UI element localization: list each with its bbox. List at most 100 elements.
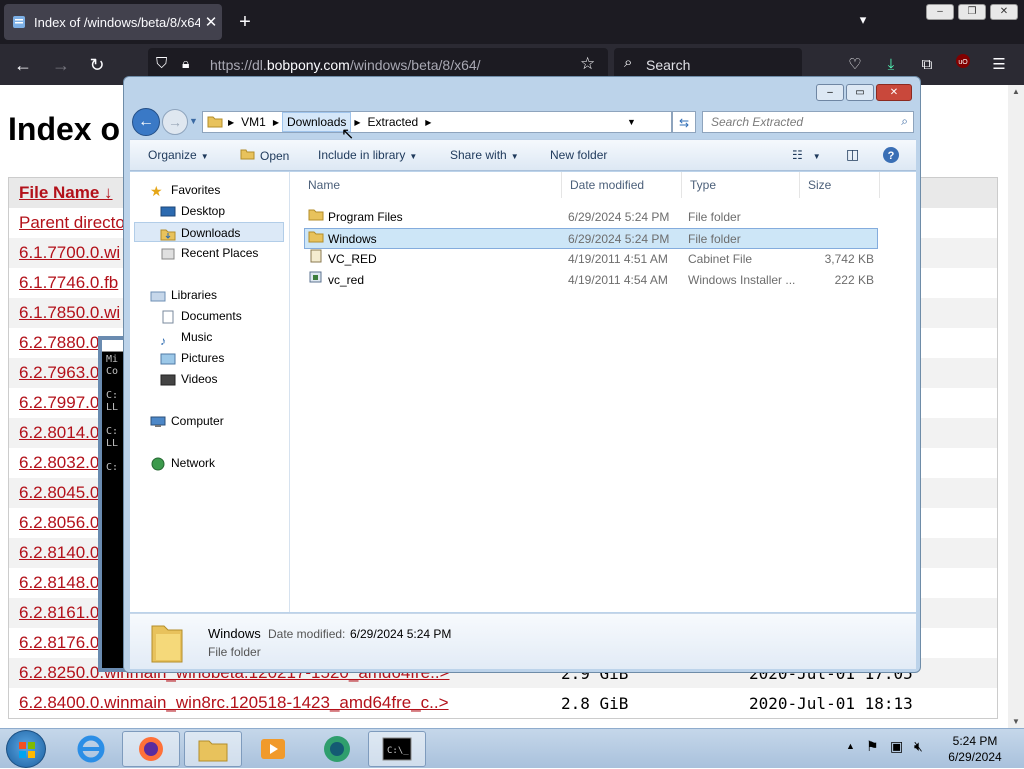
url-text[interactable]: https://dl.bobpony.com/windows/beta/8/x6… — [210, 57, 481, 73]
nav-network[interactable]: Network — [150, 453, 215, 473]
breadcrumb-separator-icon[interactable]: ▶ — [270, 118, 282, 127]
internet-explorer-icon[interactable] — [62, 731, 120, 767]
libraries-icon — [150, 289, 166, 303]
network-tray-icon[interactable]: ▣ — [890, 738, 903, 755]
svg-text:C:\_: C:\_ — [387, 746, 409, 756]
back-arrow-icon[interactable]: ← — [10, 52, 36, 78]
new-tab-button[interactable]: + — [234, 10, 256, 34]
start-button[interactable] — [6, 730, 46, 768]
explorer-maximize-button[interactable]: ▭ — [846, 84, 874, 101]
explorer-search-input[interactable]: Search Extracted ⌕ — [702, 111, 914, 133]
help-icon[interactable]: ? — [882, 146, 900, 167]
folder-icon — [207, 114, 223, 131]
scroll-up-arrow[interactable]: ▲ — [1008, 87, 1024, 96]
share-with-button[interactable]: Share with ▼ — [450, 148, 519, 162]
bookmark-star-icon[interactable]: ☆ — [580, 54, 595, 74]
column-header-date[interactable]: Date modified — [562, 172, 682, 198]
shield-icon[interactable]: ⛉ — [156, 55, 167, 72]
open-folder-icon — [240, 149, 256, 163]
details-date-value: 6/29/2024 5:24 PM — [350, 627, 452, 641]
nav-downloads[interactable]: Downloads — [134, 222, 284, 242]
nav-computer[interactable]: Computer — [150, 411, 224, 431]
nav-label: Favorites — [171, 183, 221, 197]
forward-arrow-icon[interactable]: → — [162, 109, 188, 135]
cmd-titlebar[interactable] — [102, 340, 124, 352]
address-dropdown-icon[interactable]: ▼ — [627, 117, 636, 127]
minimize-button[interactable]: – — [926, 4, 954, 20]
column-header-name[interactable]: Name — [300, 172, 562, 198]
breadcrumb-item[interactable]: VM1 — [237, 115, 270, 129]
column-header-type[interactable]: Type — [682, 172, 800, 198]
menu-icon[interactable]: ☰ — [986, 52, 1012, 78]
search-icon: ⌕ — [624, 54, 633, 71]
search-icon[interactable]: ⌕ — [901, 114, 908, 129]
extensions-icon[interactable]: ⧉ — [914, 52, 940, 78]
mouse-cursor: ↖ — [341, 126, 355, 143]
explorer-window[interactable]: – ▭ ✕ ← → ▼ ▶ VM1 ▶ Downloads ▶ Extracte… — [123, 76, 921, 673]
open-button[interactable]: Open — [240, 148, 289, 163]
nav-recent-places[interactable]: Recent Places — [160, 243, 258, 263]
refresh-icon[interactable]: ⇆ — [672, 111, 696, 133]
nav-pictures[interactable]: Pictures — [160, 348, 224, 368]
breadcrumb[interactable]: ▶ VM1 ▶ Downloads ▶ Extracted ▶ ▼ — [202, 111, 672, 133]
ublock-icon[interactable]: uO — [950, 52, 976, 78]
explorer-titlebar[interactable]: – ▭ ✕ — [124, 77, 920, 107]
file-explorer-icon[interactable] — [184, 731, 242, 767]
back-arrow-icon[interactable]: ← — [132, 108, 160, 136]
nav-desktop[interactable]: Desktop — [160, 201, 225, 221]
file-list: Name Date modified Type Size Program Fil… — [290, 172, 916, 612]
file-type: Cabinet File — [688, 252, 753, 266]
reload-icon[interactable]: ↻ — [84, 52, 110, 78]
column-header-size[interactable]: Size — [800, 172, 880, 198]
page-scrollbar[interactable]: ▲ ▼ — [1008, 85, 1024, 728]
browser-tab[interactable]: Index of /windows/beta/8/x64/ ✕ — [4, 4, 222, 40]
file-size: 3,742 KB — [824, 252, 874, 266]
list-item[interactable]: Program Files 6/29/2024 5:24 PM File fol… — [304, 207, 878, 228]
new-folder-button[interactable]: New folder — [550, 148, 607, 162]
nav-videos[interactable]: Videos — [160, 369, 217, 389]
list-item[interactable]: VC_RED 4/19/2011 4:51 AM Cabinet File 3,… — [304, 249, 878, 270]
change-view-button[interactable]: ☷ ▼ — [792, 148, 821, 162]
command-prompt-icon[interactable]: C:\_ — [368, 731, 426, 767]
flag-icon[interactable]: ⚑ — [866, 738, 879, 755]
forward-arrow-icon[interactable]: → — [48, 52, 74, 78]
lock-icon[interactable]: 🔒︎ — [182, 55, 189, 72]
downloads-folder-icon — [160, 227, 176, 241]
scroll-down-arrow[interactable]: ▼ — [1008, 717, 1024, 726]
app-icon[interactable] — [308, 731, 366, 767]
media-player-icon[interactable] — [244, 731, 302, 767]
firefox-icon[interactable] — [122, 731, 180, 767]
view-icon: ☷ — [792, 148, 803, 162]
clock[interactable]: 5:24 PM 6/29/2024 — [940, 733, 1010, 765]
chevron-down-icon: ▼ — [200, 152, 209, 161]
file-date: 6/29/2024 5:24 PM — [568, 210, 670, 224]
close-tab-icon[interactable]: ✕ — [200, 13, 222, 31]
nav-favorites[interactable]: ★ Favorites — [150, 180, 220, 200]
breadcrumb-separator-icon[interactable]: ▶ — [225, 118, 237, 127]
chevron-down-icon[interactable]: ▾ — [852, 12, 874, 32]
maximize-button[interactable]: ❐ — [958, 4, 986, 20]
explorer-close-button[interactable]: ✕ — [876, 84, 912, 101]
include-in-library-button[interactable]: Include in library ▼ — [318, 148, 417, 162]
show-hidden-icons-icon[interactable]: ▲ — [846, 741, 855, 751]
pocket-icon[interactable]: ♡ — [842, 52, 868, 78]
close-button[interactable]: ✕ — [990, 4, 1018, 20]
nav-libraries[interactable]: Libraries — [150, 285, 217, 305]
nav-documents[interactable]: Documents — [160, 306, 242, 326]
breadcrumb-separator-icon[interactable]: ▶ — [422, 118, 434, 127]
file-name: Program Files — [328, 210, 403, 224]
file-link[interactable]: 6.2.8400.0.winmain_win8rc.120518-1423_am… — [9, 693, 549, 713]
computer-icon — [150, 415, 166, 429]
volume-muted-icon[interactable]: 🔇︎ — [914, 738, 923, 755]
svg-text:uO: uO — [958, 59, 968, 66]
organize-button[interactable]: Organize ▼ — [148, 148, 209, 162]
breadcrumb-item[interactable]: Extracted — [364, 115, 423, 129]
list-item[interactable]: Windows 6/29/2024 5:24 PM File folder — [304, 228, 878, 249]
preview-pane-icon[interactable]: ◫ — [846, 146, 859, 163]
nav-music[interactable]: ♪ Music — [160, 327, 212, 348]
cmd-output: Mi Co C: LL C: LL C: — [106, 354, 119, 473]
list-item[interactable]: vc_red 4/19/2011 4:54 AM Windows Install… — [304, 270, 878, 291]
download-icon[interactable]: ⤓ — [878, 52, 904, 78]
explorer-minimize-button[interactable]: – — [816, 84, 844, 101]
recent-pages-chevron-icon[interactable]: ▼ — [189, 116, 198, 126]
